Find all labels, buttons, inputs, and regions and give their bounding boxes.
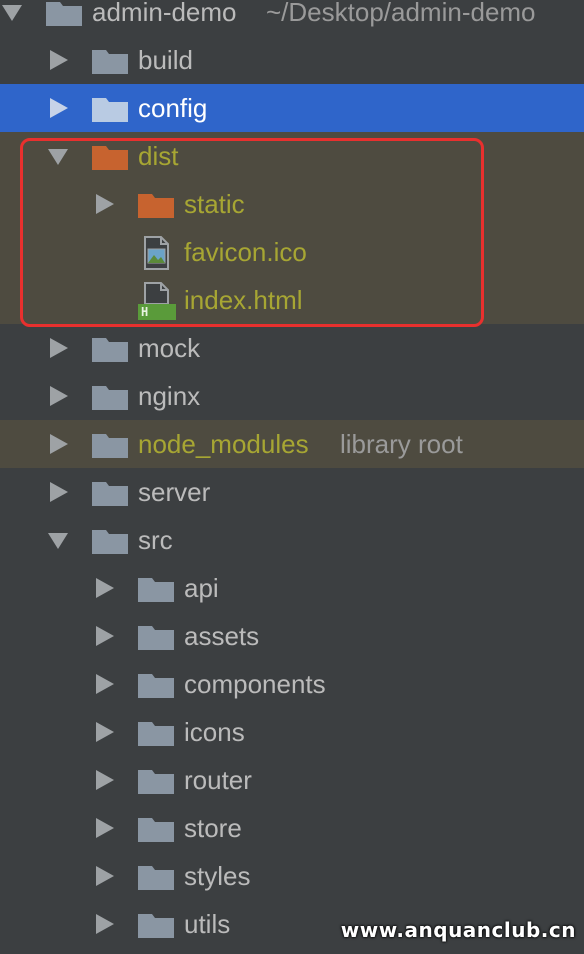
chevron-right-icon[interactable]: [94, 722, 114, 742]
folder-icon: [138, 768, 174, 794]
tree-item-label: api: [184, 573, 219, 603]
folder-icon: [138, 720, 174, 746]
tree-item-node-modules[interactable]: node_modules library root: [0, 420, 584, 468]
tree-item-label: styles: [184, 861, 251, 891]
excluded-folder-icon: [92, 144, 128, 170]
chevron-right-icon[interactable]: [94, 866, 114, 886]
chevron-right-icon[interactable]: [94, 674, 114, 694]
chevron-right-icon[interactable]: [94, 626, 114, 646]
chevron-right-icon[interactable]: [48, 98, 68, 118]
tree-item-label: utils: [184, 909, 231, 939]
tree-item-label: icons: [184, 717, 245, 747]
tree-item-index-html[interactable]: H index.html: [0, 276, 584, 324]
chevron-right-icon[interactable]: [48, 338, 68, 358]
folder-icon: [92, 480, 128, 506]
tree-item-favicon[interactable]: favicon.ico: [0, 228, 584, 276]
folder-icon: [92, 432, 128, 458]
folder-icon: [92, 96, 128, 122]
tree-item-label: favicon.ico: [184, 237, 307, 267]
project-tree: admin-demo ~/Desktop/admin-demo build co…: [0, 0, 584, 954]
folder-icon: [92, 384, 128, 410]
tree-item-label: dist: [138, 141, 179, 171]
chevron-right-icon[interactable]: [94, 914, 114, 934]
tree-item-mock[interactable]: mock: [0, 324, 584, 372]
tree-item-label: build: [138, 45, 193, 75]
tree-item-label: mock: [138, 333, 201, 363]
tree-item-label: node_modules: [138, 429, 309, 459]
folder-icon: [138, 912, 174, 938]
tree-item-label: index.html: [184, 285, 303, 315]
tree-item-admin-demo[interactable]: admin-demo ~/Desktop/admin-demo: [0, 0, 584, 36]
library-root-note: library root: [340, 429, 463, 459]
tree-item-components[interactable]: components: [0, 660, 584, 708]
chevron-right-icon[interactable]: [94, 818, 114, 838]
tree-item-label: assets: [184, 621, 260, 651]
excluded-folder-icon: [138, 192, 174, 218]
html-badge: H: [141, 305, 149, 319]
watermark-text: www.anquanclub.cn: [340, 918, 576, 942]
tree-item-label: nginx: [138, 381, 201, 411]
html-file-icon: H: [138, 282, 178, 320]
chevron-right-icon[interactable]: [48, 386, 68, 406]
folder-icon: [138, 816, 174, 842]
tree-item-label: router: [184, 765, 252, 795]
tree-item-router[interactable]: router: [0, 756, 584, 804]
chevron-right-icon[interactable]: [48, 482, 68, 502]
tree-item-label: static: [184, 189, 245, 219]
project-name: admin-demo: [92, 0, 237, 27]
folder-icon: [138, 624, 174, 650]
chevron-down-icon[interactable]: [2, 2, 22, 22]
folder-icon: [92, 528, 128, 554]
tree-item-dist[interactable]: dist: [0, 132, 584, 180]
tree-item-api[interactable]: api: [0, 564, 584, 612]
folder-icon: [138, 864, 174, 890]
tree-item-build[interactable]: build: [0, 36, 584, 84]
tree-item-server[interactable]: server: [0, 468, 584, 516]
chevron-right-icon[interactable]: [94, 578, 114, 598]
chevron-right-icon[interactable]: [48, 434, 68, 454]
folder-icon: [46, 0, 82, 26]
chevron-down-icon[interactable]: [48, 530, 68, 550]
image-file-icon: [141, 236, 171, 270]
tree-item-label: store: [184, 813, 242, 843]
folder-icon: [138, 576, 174, 602]
folder-icon: [92, 336, 128, 362]
chevron-right-icon[interactable]: [94, 194, 114, 214]
tree-item-static[interactable]: static: [0, 180, 584, 228]
folder-icon: [138, 672, 174, 698]
chevron-right-icon[interactable]: [48, 50, 68, 70]
chevron-down-icon[interactable]: [48, 146, 68, 166]
tree-item-icons[interactable]: icons: [0, 708, 584, 756]
tree-item-config[interactable]: config: [0, 84, 584, 132]
tree-item-label: src: [138, 525, 173, 555]
tree-item-label: server: [138, 477, 211, 507]
tree-item-label: components: [184, 669, 326, 699]
tree-item-nginx[interactable]: nginx: [0, 372, 584, 420]
project-path: ~/Desktop/admin-demo: [266, 0, 536, 27]
chevron-right-icon[interactable]: [94, 770, 114, 790]
tree-item-styles[interactable]: styles: [0, 852, 584, 900]
folder-icon: [92, 48, 128, 74]
tree-item-store[interactable]: store: [0, 804, 584, 852]
tree-item-label: config: [138, 93, 208, 123]
tree-item-assets[interactable]: assets: [0, 612, 584, 660]
tree-item-src[interactable]: src: [0, 516, 584, 564]
